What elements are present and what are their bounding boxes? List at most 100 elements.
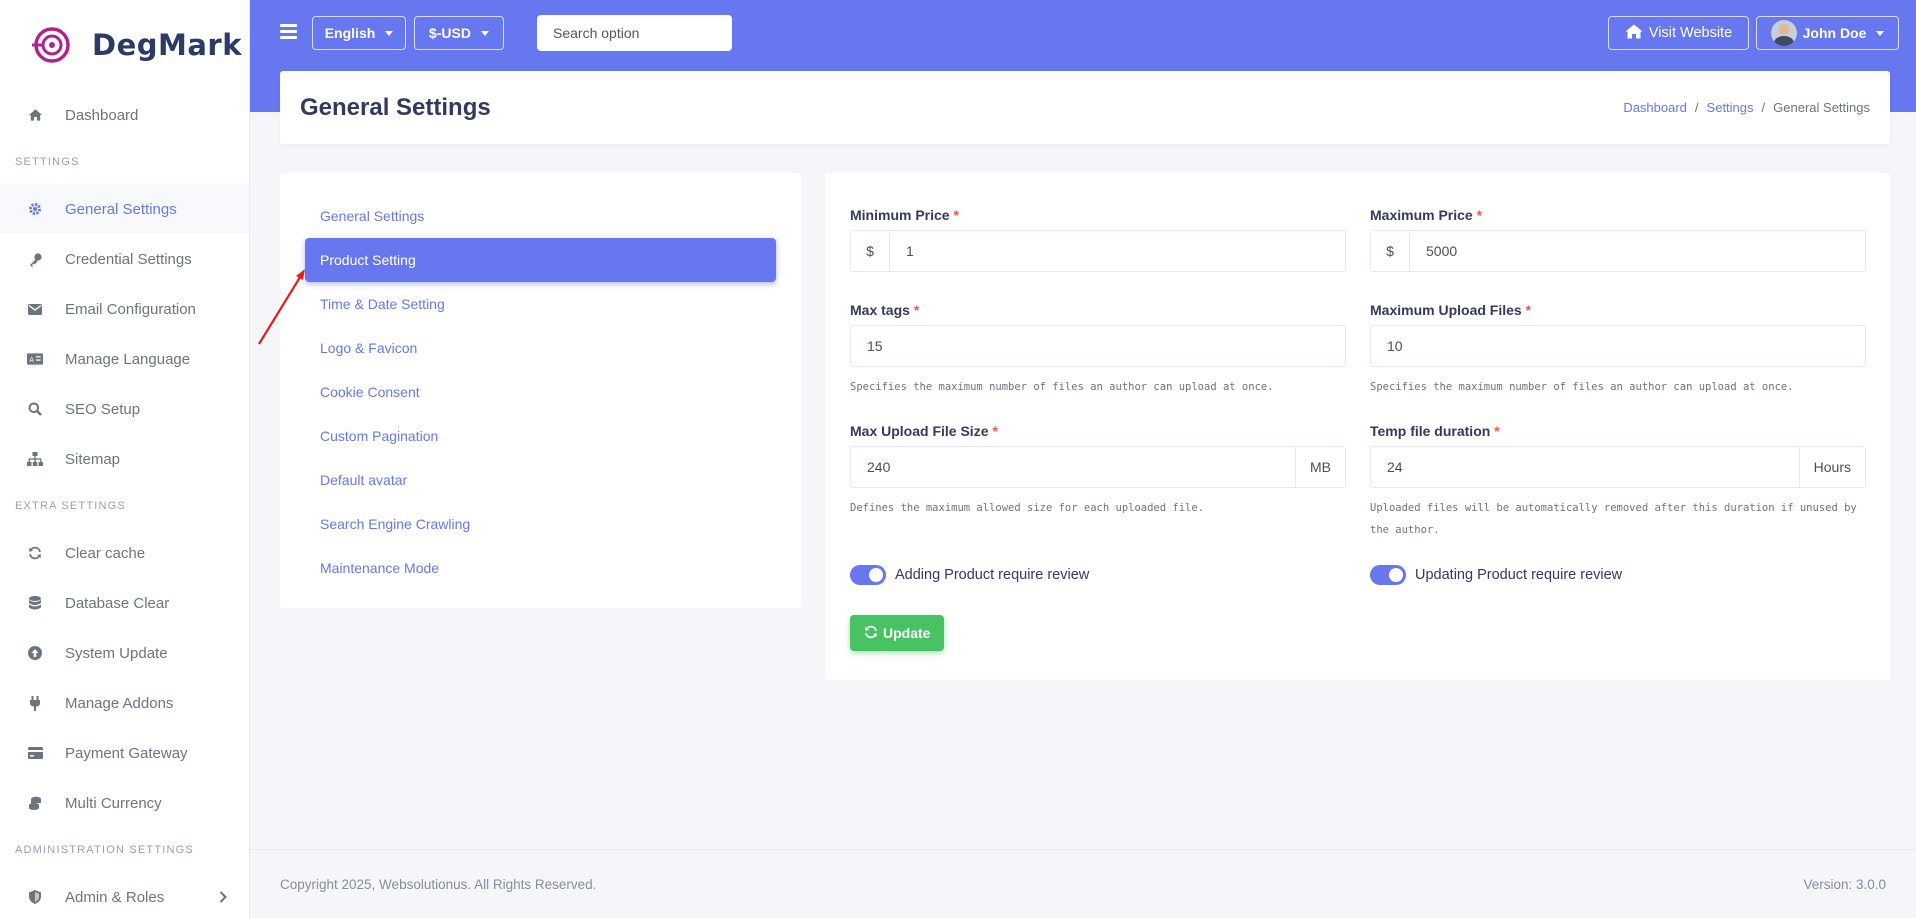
update-button[interactable]: Update	[850, 615, 945, 651]
sitemap-icon	[27, 451, 43, 467]
caret-down-icon	[385, 30, 394, 36]
hamburger-menu-icon[interactable]	[280, 24, 297, 39]
sidebar-section-settings: SETTINGS	[15, 156, 80, 168]
sidebar-item-admin-roles[interactable]: Admin & Roles	[0, 872, 249, 918]
max-tags-input[interactable]: 15	[851, 326, 1345, 366]
search-input[interactable]	[537, 15, 732, 51]
unit-suffix: Hours	[1798, 447, 1865, 487]
gear-icon	[27, 201, 43, 217]
max-upload-file-size-input[interactable]: 240	[851, 447, 1295, 487]
sidebar-item-label: SEO Setup	[65, 400, 141, 418]
sidebar-item-label: Multi Currency	[65, 794, 162, 812]
sidebar-item-manage-language[interactable]: A Manage Language	[0, 334, 249, 384]
sidebar-item-email-configuration[interactable]: Email Configuration	[0, 284, 249, 334]
language-dropdown-label: English	[324, 25, 376, 41]
envelope-icon	[27, 301, 43, 317]
breadcrumb: Dashboard / Settings / General Settings	[1623, 100, 1870, 115]
updating-product-review-toggle[interactable]	[1370, 565, 1406, 585]
svg-text:A: A	[29, 356, 34, 364]
field-label: Maximum Upload Files *	[1370, 302, 1532, 318]
settings-menu-item-maintenance-mode[interactable]: Maintenance Mode	[305, 546, 776, 590]
maximum-upload-files-field: Maximum Upload Files * 10 Specifies the …	[1370, 302, 1866, 398]
sidebar-item-general-settings[interactable]: General Settings	[0, 184, 249, 234]
minimum-price-input-group: $ 1	[850, 230, 1346, 272]
breadcrumb-current: General Settings	[1773, 100, 1870, 115]
visit-website-button[interactable]: Visit Website	[1608, 16, 1749, 50]
currency-prefix: $	[1371, 231, 1410, 271]
sidebar-item-system-update[interactable]: System Update	[0, 628, 249, 678]
updating-product-review-row: Updating Product require review	[1370, 565, 1622, 585]
field-label: Temp file duration *	[1370, 423, 1500, 439]
sidebar-item-label: Database Clear	[65, 594, 170, 612]
upload-circle-icon	[27, 645, 43, 661]
settings-menu-item-cookie-consent[interactable]: Cookie Consent	[305, 370, 776, 414]
field-help-text: Defines the maximum allowed size for eac…	[850, 502, 1205, 514]
breadcrumb-separator: /	[1761, 100, 1766, 115]
max-upload-file-size-input-group: 240 MB	[850, 446, 1346, 488]
sidebar-item-payment-gateway[interactable]: Payment Gateway	[0, 728, 249, 778]
sidebar-item-sitemap[interactable]: Sitemap	[0, 434, 249, 484]
sidebar-item-seo-setup[interactable]: SEO Setup	[0, 384, 249, 434]
sidebar-section-extra: EXTRA SETTINGS	[15, 500, 126, 512]
sidebar: DegMark Dashboard SETTINGS General Setti…	[0, 0, 250, 918]
field-label: Maximum Price *	[1370, 207, 1483, 223]
temp-file-duration-input-group: 24 Hours	[1370, 446, 1866, 488]
currency-dropdown-label: $-USD	[428, 25, 471, 41]
plug-icon	[27, 695, 43, 711]
user-menu-dropdown[interactable]: John Doe	[1756, 16, 1899, 50]
sidebar-item-multi-currency[interactable]: Multi Currency	[0, 778, 249, 828]
maximum-price-input[interactable]: 5000	[1410, 231, 1865, 271]
settings-menu-card: General Settings Product Setting Time & …	[280, 173, 801, 608]
temp-file-duration-input[interactable]: 24	[1371, 447, 1799, 487]
sidebar-item-manage-addons[interactable]: Manage Addons	[0, 678, 249, 728]
field-help-text: Specifies the maximum number of files an…	[1370, 381, 1794, 393]
maximum-price-input-group: $ 5000	[1370, 230, 1866, 272]
sidebar-item-dashboard[interactable]: Dashboard	[0, 90, 249, 140]
settings-menu-item-default-avatar[interactable]: Default avatar	[305, 458, 776, 502]
sidebar-item-clear-cache[interactable]: Clear cache	[0, 528, 249, 578]
breadcrumb-dashboard-link[interactable]: Dashboard	[1623, 100, 1687, 115]
settings-menu-item-logo-favicon[interactable]: Logo & Favicon	[305, 326, 776, 370]
settings-menu-item-general-settings[interactable]: General Settings	[305, 194, 776, 238]
home-icon	[1625, 24, 1643, 43]
adding-product-review-row: Adding Product require review	[850, 565, 1089, 585]
field-label: Max Upload File Size *	[850, 423, 998, 439]
settings-menu-item-product-setting[interactable]: Product Setting	[305, 238, 776, 282]
sidebar-section-administration: ADMINISTRATION SETTINGS	[15, 844, 194, 856]
chevron-right-icon	[219, 887, 227, 908]
update-button-label: Update	[883, 625, 931, 641]
sidebar-item-label: Sitemap	[65, 450, 121, 468]
avatar	[1770, 20, 1797, 46]
breadcrumb-separator: /	[1694, 100, 1699, 115]
home-icon	[27, 107, 43, 123]
sidebar-item-label: Email Configuration	[65, 300, 196, 318]
page-header-card: General Settings Dashboard / Settings / …	[280, 71, 1890, 144]
sidebar-item-label: Manage Language	[65, 350, 191, 368]
logo-icon	[32, 27, 70, 63]
currency-prefix: $	[851, 231, 890, 271]
maximum-upload-files-input[interactable]: 10	[1371, 326, 1865, 366]
minimum-price-input[interactable]: 1	[890, 231, 1345, 271]
sidebar-item-label: General Settings	[65, 200, 177, 218]
settings-menu-item-search-engine-crawling[interactable]: Search Engine Crawling	[305, 502, 776, 546]
language-dropdown[interactable]: English	[312, 16, 406, 50]
unit-suffix: MB	[1295, 447, 1345, 487]
credit-card-icon	[27, 745, 43, 761]
brand-logo[interactable]: DegMark	[0, 0, 249, 90]
refresh-icon	[27, 545, 43, 561]
adding-product-review-toggle[interactable]	[850, 565, 886, 585]
maximum-upload-files-input-group: 10	[1370, 325, 1866, 367]
version-text: Version: 3.0.0	[1803, 876, 1886, 892]
sidebar-item-database-clear[interactable]: Database Clear	[0, 578, 249, 628]
settings-menu-item-custom-pagination[interactable]: Custom Pagination	[305, 414, 776, 458]
minimum-price-field: Minimum Price * $ 1	[850, 207, 1346, 272]
currency-dropdown[interactable]: $-USD	[414, 16, 504, 50]
annotation-arrow	[258, 269, 305, 345]
max-tags-field: Max tags * 15 Specifies the maximum numb…	[850, 302, 1346, 398]
breadcrumb-settings-link[interactable]: Settings	[1707, 100, 1754, 115]
maximum-price-field: Maximum Price * $ 5000	[1370, 207, 1866, 272]
settings-menu-item-time-date-setting[interactable]: Time & Date Setting	[305, 282, 776, 326]
language-icon: A	[27, 351, 43, 367]
sidebar-item-label: Credential Settings	[65, 250, 192, 268]
sidebar-item-credential-settings[interactable]: Credential Settings	[0, 234, 249, 284]
